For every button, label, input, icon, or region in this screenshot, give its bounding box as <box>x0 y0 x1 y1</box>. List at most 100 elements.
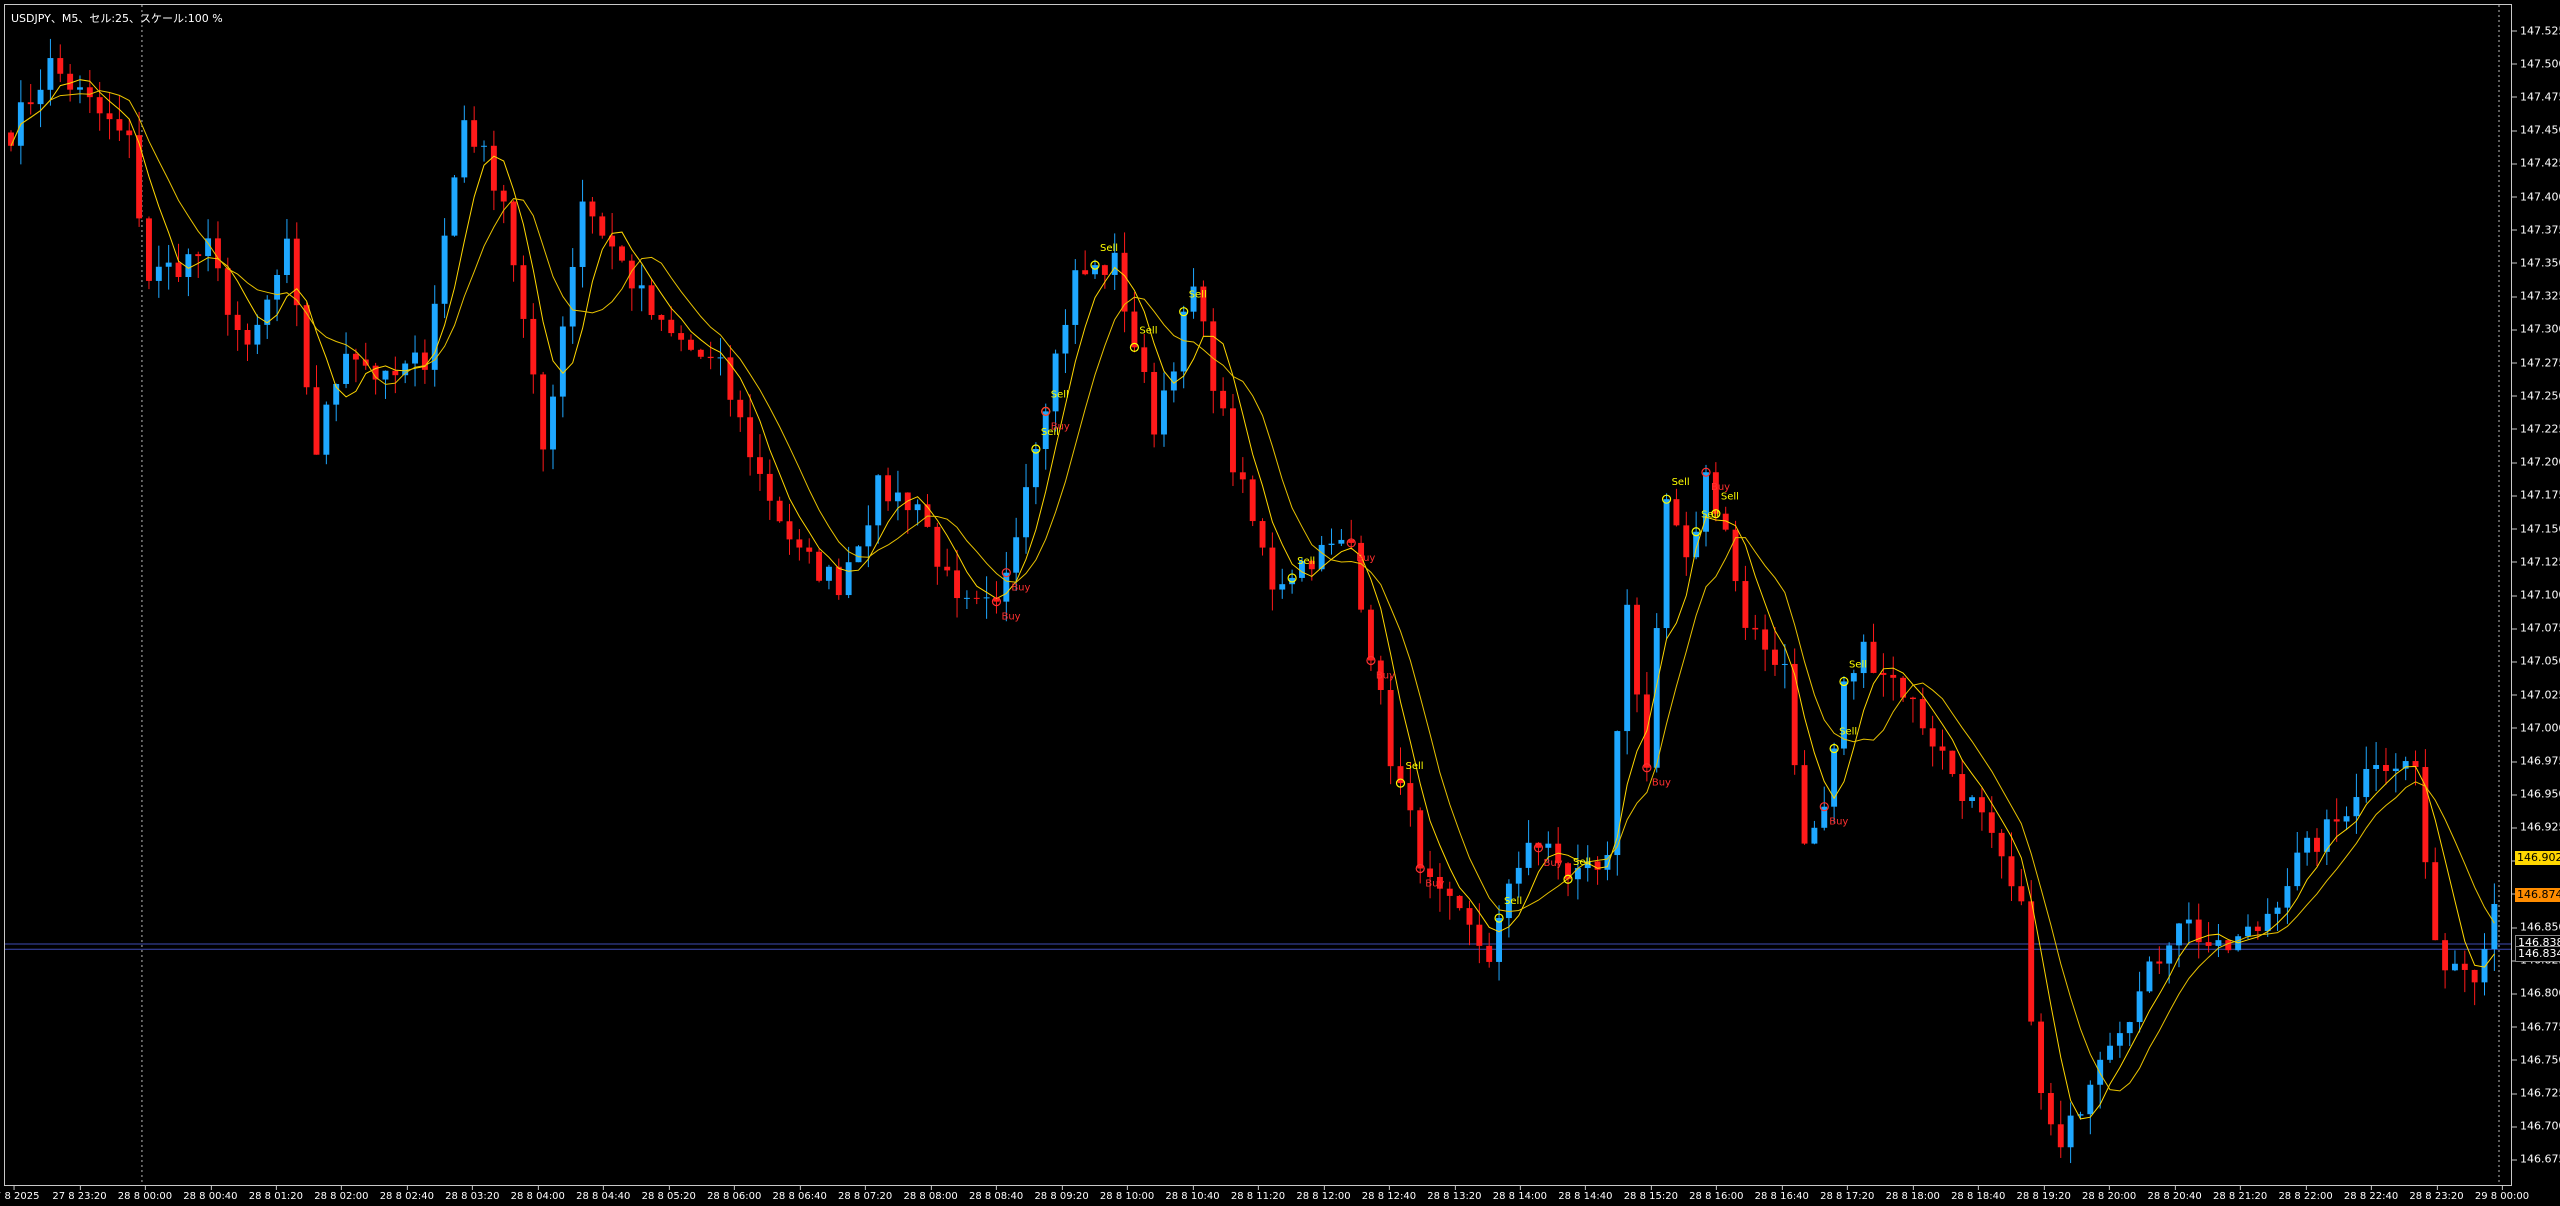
price-tick: 146.925 <box>2512 821 2560 834</box>
bull-candle <box>481 145 487 147</box>
bear-candle <box>234 314 241 331</box>
time-tick: 28 8 04:00 <box>510 1186 565 1202</box>
bull-candle <box>865 525 872 547</box>
bear-candle <box>2432 862 2439 941</box>
price-tick: 147.325 <box>2512 290 2560 303</box>
candlestick-chart[interactable]: SellSellSellSellSellBuyBuyBuySell BuyBuyS… <box>5 5 2512 1186</box>
bear-candle <box>1417 810 1424 869</box>
bull-candle <box>2481 949 2488 983</box>
time-tick: 28 8 13:20 <box>1427 1186 1482 1202</box>
time-tick: 28 8 19:20 <box>2016 1186 2071 1202</box>
bear-candle <box>392 370 399 376</box>
bull-candle <box>1515 867 1522 884</box>
price-tick: 146.850 <box>2512 921 2560 934</box>
bear-candle <box>2314 837 2320 852</box>
bear-candle <box>116 119 123 131</box>
bear-candle <box>1101 265 1108 275</box>
plot-area[interactable]: Sell Sell Sell Sell Sell Buy Buy Buy Sell Buy Buy S… <box>4 4 2512 1186</box>
bear-candle <box>1367 609 1374 661</box>
sell-signal-label: Sell <box>1849 659 1867 670</box>
bear-candle <box>57 58 64 74</box>
price-tick: 147.225 <box>2512 422 2560 435</box>
bear-candle <box>1348 539 1355 543</box>
time-tick: 28 8 02:40 <box>379 1186 434 1202</box>
bear-candle <box>500 190 507 202</box>
price-tick: 147.175 <box>2512 489 2560 502</box>
sell-signal-label: Sell <box>1721 492 1739 503</box>
price-tick: 147.000 <box>2512 721 2560 734</box>
bear-candle <box>688 339 694 350</box>
bull-candle <box>1062 324 1069 354</box>
price-tick: 147.150 <box>2512 522 2560 535</box>
bear-candle <box>1269 547 1276 590</box>
buy-signal-label: Buy <box>1652 778 1671 789</box>
bull-candle <box>550 396 556 450</box>
bear-candle <box>2047 1093 2054 1125</box>
bear-candle <box>1634 604 1640 695</box>
bull-candle <box>2264 913 2271 932</box>
bull-candle <box>165 262 172 267</box>
bear-candle <box>2028 901 2035 1022</box>
bear-candle <box>885 475 892 502</box>
bear-candle <box>1683 525 1690 558</box>
bull-candle <box>2245 926 2251 937</box>
time-tick: 28 8 20:40 <box>2147 1186 2202 1202</box>
bear-candle <box>313 387 320 455</box>
time-axis[interactable]: 27 8 2025 27 8 23:20 28 8 00:00 28 8 00:40 2… <box>0 1186 2529 1206</box>
bull-candle <box>1624 604 1631 732</box>
bull-candle <box>343 353 350 384</box>
bull-candle <box>2392 768 2399 772</box>
bull-candle <box>1338 539 1345 544</box>
bull-candle <box>254 324 261 345</box>
bear-candle <box>27 102 34 105</box>
bear-candle <box>2471 969 2478 983</box>
bear-candle <box>2156 961 2163 964</box>
price-axis[interactable]: 147.525 147.500 147.475 147.450 147.425 147.4… <box>2512 4 2560 1186</box>
bear-candle <box>1456 895 1463 909</box>
time-tick: 28 8 20:00 <box>2082 1186 2137 1202</box>
time-tick: 28 8 00:00 <box>117 1186 173 1202</box>
chart-window[interactable]: Sell Sell Sell Sell Sell Buy Buy Buy Sell Buy Buy S… <box>0 0 2560 1206</box>
bull-candle <box>1811 827 1818 844</box>
time-tick: 28 8 06:00 <box>707 1186 762 1202</box>
bear-candle <box>668 319 675 334</box>
bull-candle <box>2284 886 2291 908</box>
bear-candle <box>1742 581 1749 628</box>
bull-candle <box>914 504 921 511</box>
time-tick: 29 8 00:00 <box>2474 1186 2530 1202</box>
time-tick: 28 8 07:20 <box>838 1186 893 1202</box>
sell-signal-label: Sell <box>1839 727 1857 738</box>
bear-candle <box>1929 728 1936 747</box>
bull-candle <box>2343 816 2350 822</box>
bull-candle <box>1328 543 1335 545</box>
price-tick: 147.475 <box>2512 90 2560 103</box>
time-tick: 28 8 15:20 <box>1623 1186 1678 1202</box>
price-badge: 146.874 <box>2515 888 2560 903</box>
price-tick: 147.075 <box>2512 622 2560 635</box>
bull-candle <box>2087 1084 2094 1115</box>
bear-candle <box>2333 819 2340 822</box>
bull-candle <box>2067 1115 2074 1148</box>
sell-signal-label: Sell <box>1504 896 1522 907</box>
bear-candle <box>2225 940 2232 951</box>
bear-candle <box>756 457 763 474</box>
time-tick: 28 8 10:40 <box>1165 1186 1220 1202</box>
bear-candle <box>835 566 842 596</box>
buy-signal-label: Buy <box>1356 553 1375 564</box>
price-badge: 146.902 <box>2515 850 2560 865</box>
sell-signal-label: Sell <box>1297 556 1315 567</box>
time-tick: 28 8 12:00 <box>1296 1186 1351 1202</box>
price-tick: 147.025 <box>2512 688 2560 701</box>
bear-candle <box>1486 945 1493 962</box>
bull-candle <box>2363 768 2370 798</box>
price-tick: 146.775 <box>2512 1020 2560 1033</box>
sell-signal-label: Sell <box>1672 477 1690 488</box>
bull-candle <box>2107 1045 2113 1060</box>
bear-candle <box>2442 940 2449 971</box>
time-tick: 28 8 18:40 <box>1951 1186 2006 1202</box>
bull-candle <box>845 562 852 596</box>
price-tick: 147.525 <box>2512 24 2560 37</box>
bull-candle <box>2116 1033 2123 1046</box>
buy-signal-label: Buy <box>1543 858 1562 869</box>
time-tick: 28 8 08:40 <box>968 1186 1024 1202</box>
